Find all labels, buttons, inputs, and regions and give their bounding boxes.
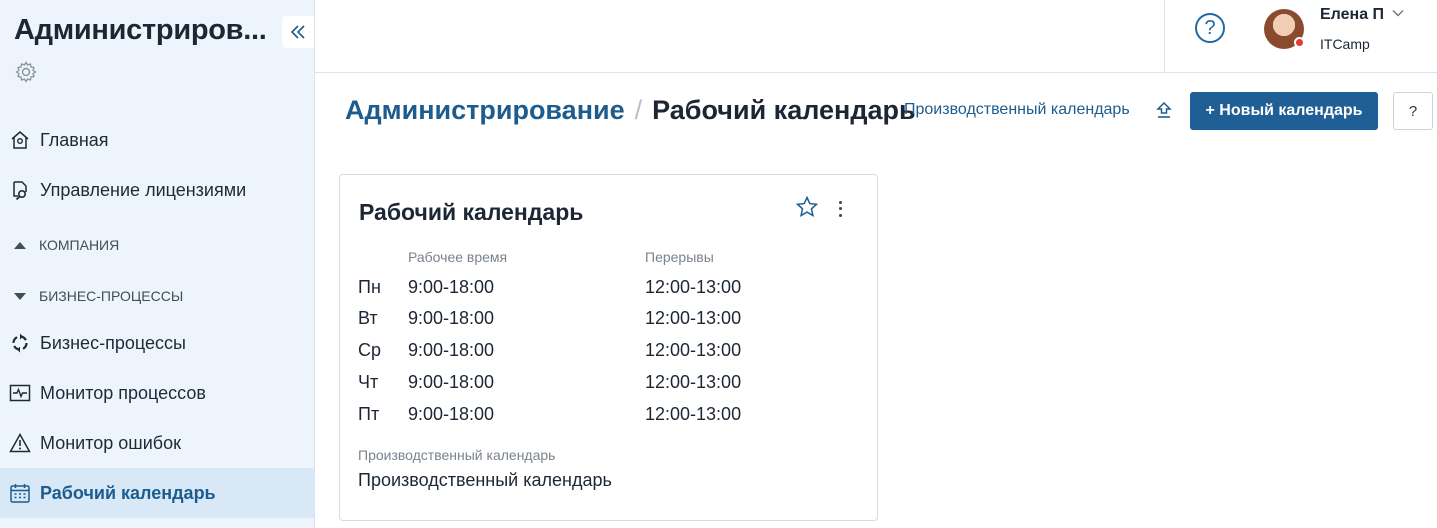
sidebar-item-business-processes[interactable]: Бизнес-процессы xyxy=(0,318,314,368)
help-icon[interactable]: ? xyxy=(1195,13,1225,43)
license-key-icon xyxy=(8,178,32,202)
work-time: 9:00-18:00 xyxy=(408,277,495,297)
sidebar-group-company[interactable]: КОМПАНИЯ xyxy=(14,233,119,257)
double-chevron-left-icon xyxy=(290,25,305,39)
sidebar-item-label: Монитор процессов xyxy=(40,382,206,403)
break-time: 12:00-13:00 xyxy=(645,404,742,424)
breadcrumb-root-link[interactable]: Администрирование xyxy=(345,95,625,125)
app-title: Администриров... xyxy=(14,14,267,46)
help-icon: ? xyxy=(1408,102,1418,120)
day-label: Пт xyxy=(358,404,380,424)
help-button[interactable]: ? xyxy=(1393,92,1433,130)
page-title: Рабочий календарь xyxy=(652,95,916,125)
production-calendar-label: Производственный календарь xyxy=(358,447,556,463)
chevron-down-icon[interactable] xyxy=(1391,6,1405,20)
triangle-up-icon xyxy=(14,241,26,249)
production-calendar-link[interactable]: Производственный календарь xyxy=(904,101,1130,119)
calendar-card[interactable]: Рабочий календарь Рабочее время Перерывы… xyxy=(339,174,878,521)
day-label: Пн xyxy=(358,277,381,297)
work-time: 9:00-18:00 xyxy=(408,404,495,424)
sidebar-item-label: Монитор ошибок xyxy=(40,432,181,453)
sidebar-group-label: БИЗНЕС-ПРОЦЕССЫ xyxy=(39,288,184,304)
warning-triangle-icon xyxy=(8,431,32,455)
schedule-row: Вт 9:00-18:00 12:00-13:00 xyxy=(358,308,858,332)
breadcrumb-separator: / xyxy=(634,95,643,125)
sidebar-item-label: Рабочий календарь xyxy=(40,482,216,503)
settings-gear-icon[interactable] xyxy=(14,60,38,84)
star-icon[interactable] xyxy=(795,195,819,219)
monitor-pulse-icon xyxy=(8,381,32,405)
break-time: 12:00-13:00 xyxy=(645,372,742,392)
break-time: 12:00-13:00 xyxy=(645,340,742,360)
upload-icon[interactable] xyxy=(1155,100,1173,120)
sidebar-item-work-calendar[interactable]: Рабочий календарь xyxy=(0,468,314,518)
production-calendar-value: Производственный календарь xyxy=(358,470,612,490)
sidebar-item-label: Главная xyxy=(40,129,109,150)
schedule-row: Ср 9:00-18:00 12:00-13:00 xyxy=(358,340,858,364)
sidebar-group-business-processes[interactable]: БИЗНЕС-ПРОЦЕССЫ xyxy=(14,284,183,308)
column-header-work-time: Рабочее время xyxy=(408,249,508,265)
sidebar-item-home[interactable]: Главная xyxy=(0,115,314,165)
sidebar: Администриров... Главная Управление лице… xyxy=(0,0,315,528)
work-time: 9:00-18:00 xyxy=(408,372,495,392)
day-label: Вт xyxy=(358,308,378,328)
break-time: 12:00-13:00 xyxy=(645,277,742,297)
more-options-icon[interactable] xyxy=(835,199,845,219)
collapse-sidebar-button[interactable] xyxy=(282,16,314,48)
work-time: 9:00-18:00 xyxy=(408,340,495,360)
sidebar-item-label: Управление лицензиями xyxy=(40,179,247,200)
sidebar-item-label: Бизнес-процессы xyxy=(40,332,186,353)
process-cycle-icon xyxy=(8,331,32,355)
new-calendar-button[interactable]: + Новый календарь xyxy=(1190,92,1378,130)
column-header-breaks: Перерывы xyxy=(645,249,714,265)
topbar-divider xyxy=(1164,0,1165,73)
break-time: 12:00-13:00 xyxy=(645,308,742,328)
user-org: ITCamp xyxy=(1320,36,1370,52)
work-time: 9:00-18:00 xyxy=(408,308,495,328)
calendar-icon xyxy=(8,481,32,505)
home-icon xyxy=(8,128,32,152)
sidebar-item-licenses[interactable]: Управление лицензиями xyxy=(0,165,314,215)
status-dot xyxy=(1294,37,1305,48)
sidebar-item-process-monitor[interactable]: Монитор процессов xyxy=(0,368,314,418)
schedule-row: Пн 9:00-18:00 12:00-13:00 xyxy=(358,277,858,301)
sidebar-group-label: КОМПАНИЯ xyxy=(39,237,120,253)
triangle-down-icon xyxy=(14,292,26,300)
card-title: Рабочий календарь xyxy=(359,199,584,225)
sidebar-item-error-monitor[interactable]: Монитор ошибок xyxy=(0,418,314,468)
topbar: ? Елена П ITCamp xyxy=(315,0,1437,73)
schedule-row: Пт 9:00-18:00 12:00-13:00 xyxy=(358,404,858,428)
breadcrumb: Администрирование / Рабочий календарь xyxy=(345,95,916,126)
day-label: Чт xyxy=(358,372,379,392)
user-name[interactable]: Елена П xyxy=(1320,6,1384,24)
day-label: Ср xyxy=(358,340,382,360)
schedule-row: Чт 9:00-18:00 12:00-13:00 xyxy=(358,372,858,396)
